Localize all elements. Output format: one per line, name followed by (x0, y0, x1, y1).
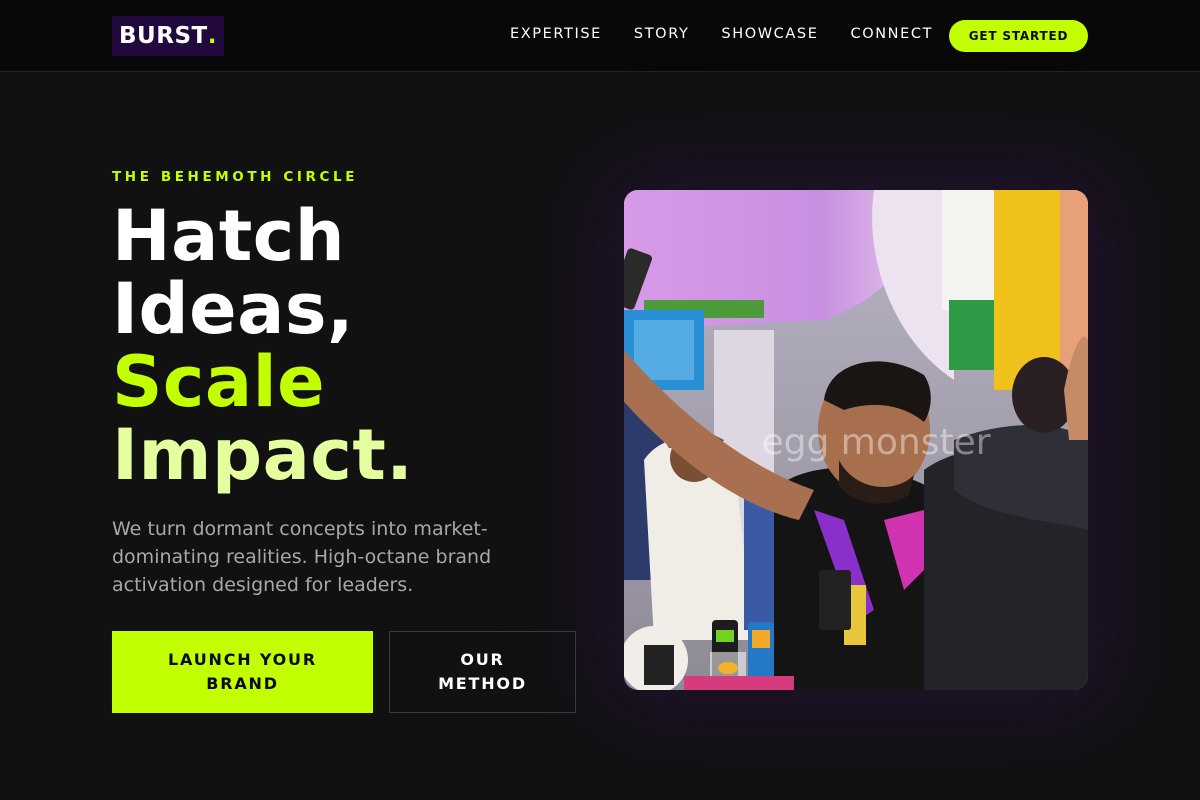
our-method-button[interactable]: OUR METHOD (389, 631, 576, 713)
photo-watermark: egg monster (761, 422, 991, 463)
launch-brand-button[interactable]: LAUNCH YOUR BRAND (112, 631, 373, 713)
hero-lead: We turn dormant concepts into market-dom… (112, 518, 492, 596)
get-started-button[interactable]: GET STARTED (949, 20, 1088, 52)
nav-link-expertise[interactable]: EXPERTISE (510, 26, 602, 42)
hero-eyebrow: THE BEHEMOTH CIRCLE (112, 169, 359, 185)
nav-links: EXPERTISE STORY SHOWCASE CONNECT (510, 26, 933, 42)
nav-link-story[interactable]: STORY (634, 26, 689, 42)
headline-line-1: Hatch (112, 195, 346, 277)
hero-photo: egg monster (624, 190, 1088, 690)
nav-link-connect[interactable]: CONNECT (850, 26, 933, 42)
hero-headline: Hatch Ideas, Scale Impact. (112, 200, 413, 492)
brand-name: BURST (119, 23, 208, 49)
headline-line-3: Scale (112, 341, 326, 423)
nav-link-showcase[interactable]: SHOWCASE (721, 26, 818, 42)
brand-logo[interactable]: BURST. (112, 16, 224, 56)
headline-line-4: Impact. (112, 414, 414, 496)
top-nav: BURST. EXPERTISE STORY SHOWCASE CONNECT … (0, 0, 1200, 72)
brand-dot: . (207, 23, 217, 49)
headline-line-2: Ideas, (112, 268, 355, 350)
